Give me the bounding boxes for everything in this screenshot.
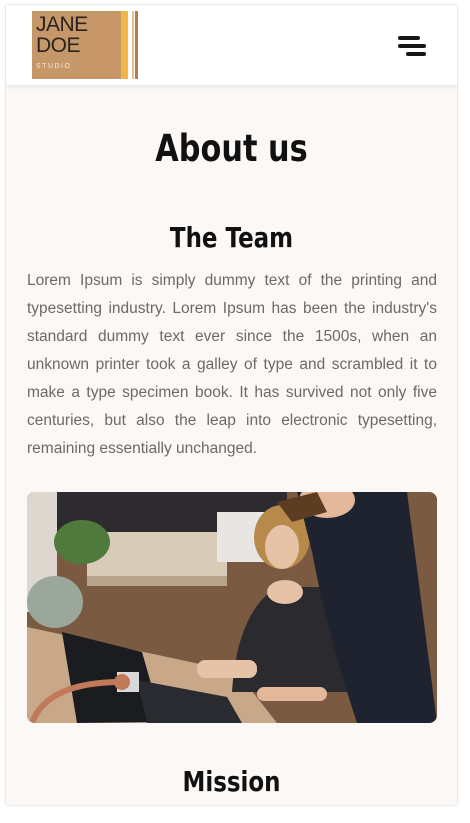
logo-name: JANE DOE <box>36 13 88 57</box>
menu-bar-bottom <box>406 52 426 56</box>
site-header: JANE DOE STUDIO <box>6 5 457 85</box>
mission-heading: Mission <box>182 765 281 798</box>
logo-line-light <box>132 11 134 79</box>
logo[interactable]: JANE DOE STUDIO <box>32 11 144 79</box>
logo-line-dark <box>135 11 138 79</box>
logo-stripe <box>121 11 128 79</box>
hamburger-menu-icon[interactable] <box>394 33 428 59</box>
team-photo <box>27 492 437 723</box>
page-frame: JANE DOE STUDIO About us The Team Lorem … <box>6 5 457 805</box>
menu-bar-top <box>398 36 420 40</box>
logo-subtitle: STUDIO <box>36 63 72 70</box>
menu-bar-middle <box>398 44 426 48</box>
page-title: About us <box>155 127 308 170</box>
team-description: Lorem Ipsum is simply dummy text of the … <box>27 272 437 457</box>
team-photo-illustration <box>27 492 437 723</box>
team-heading: The Team <box>169 221 294 254</box>
